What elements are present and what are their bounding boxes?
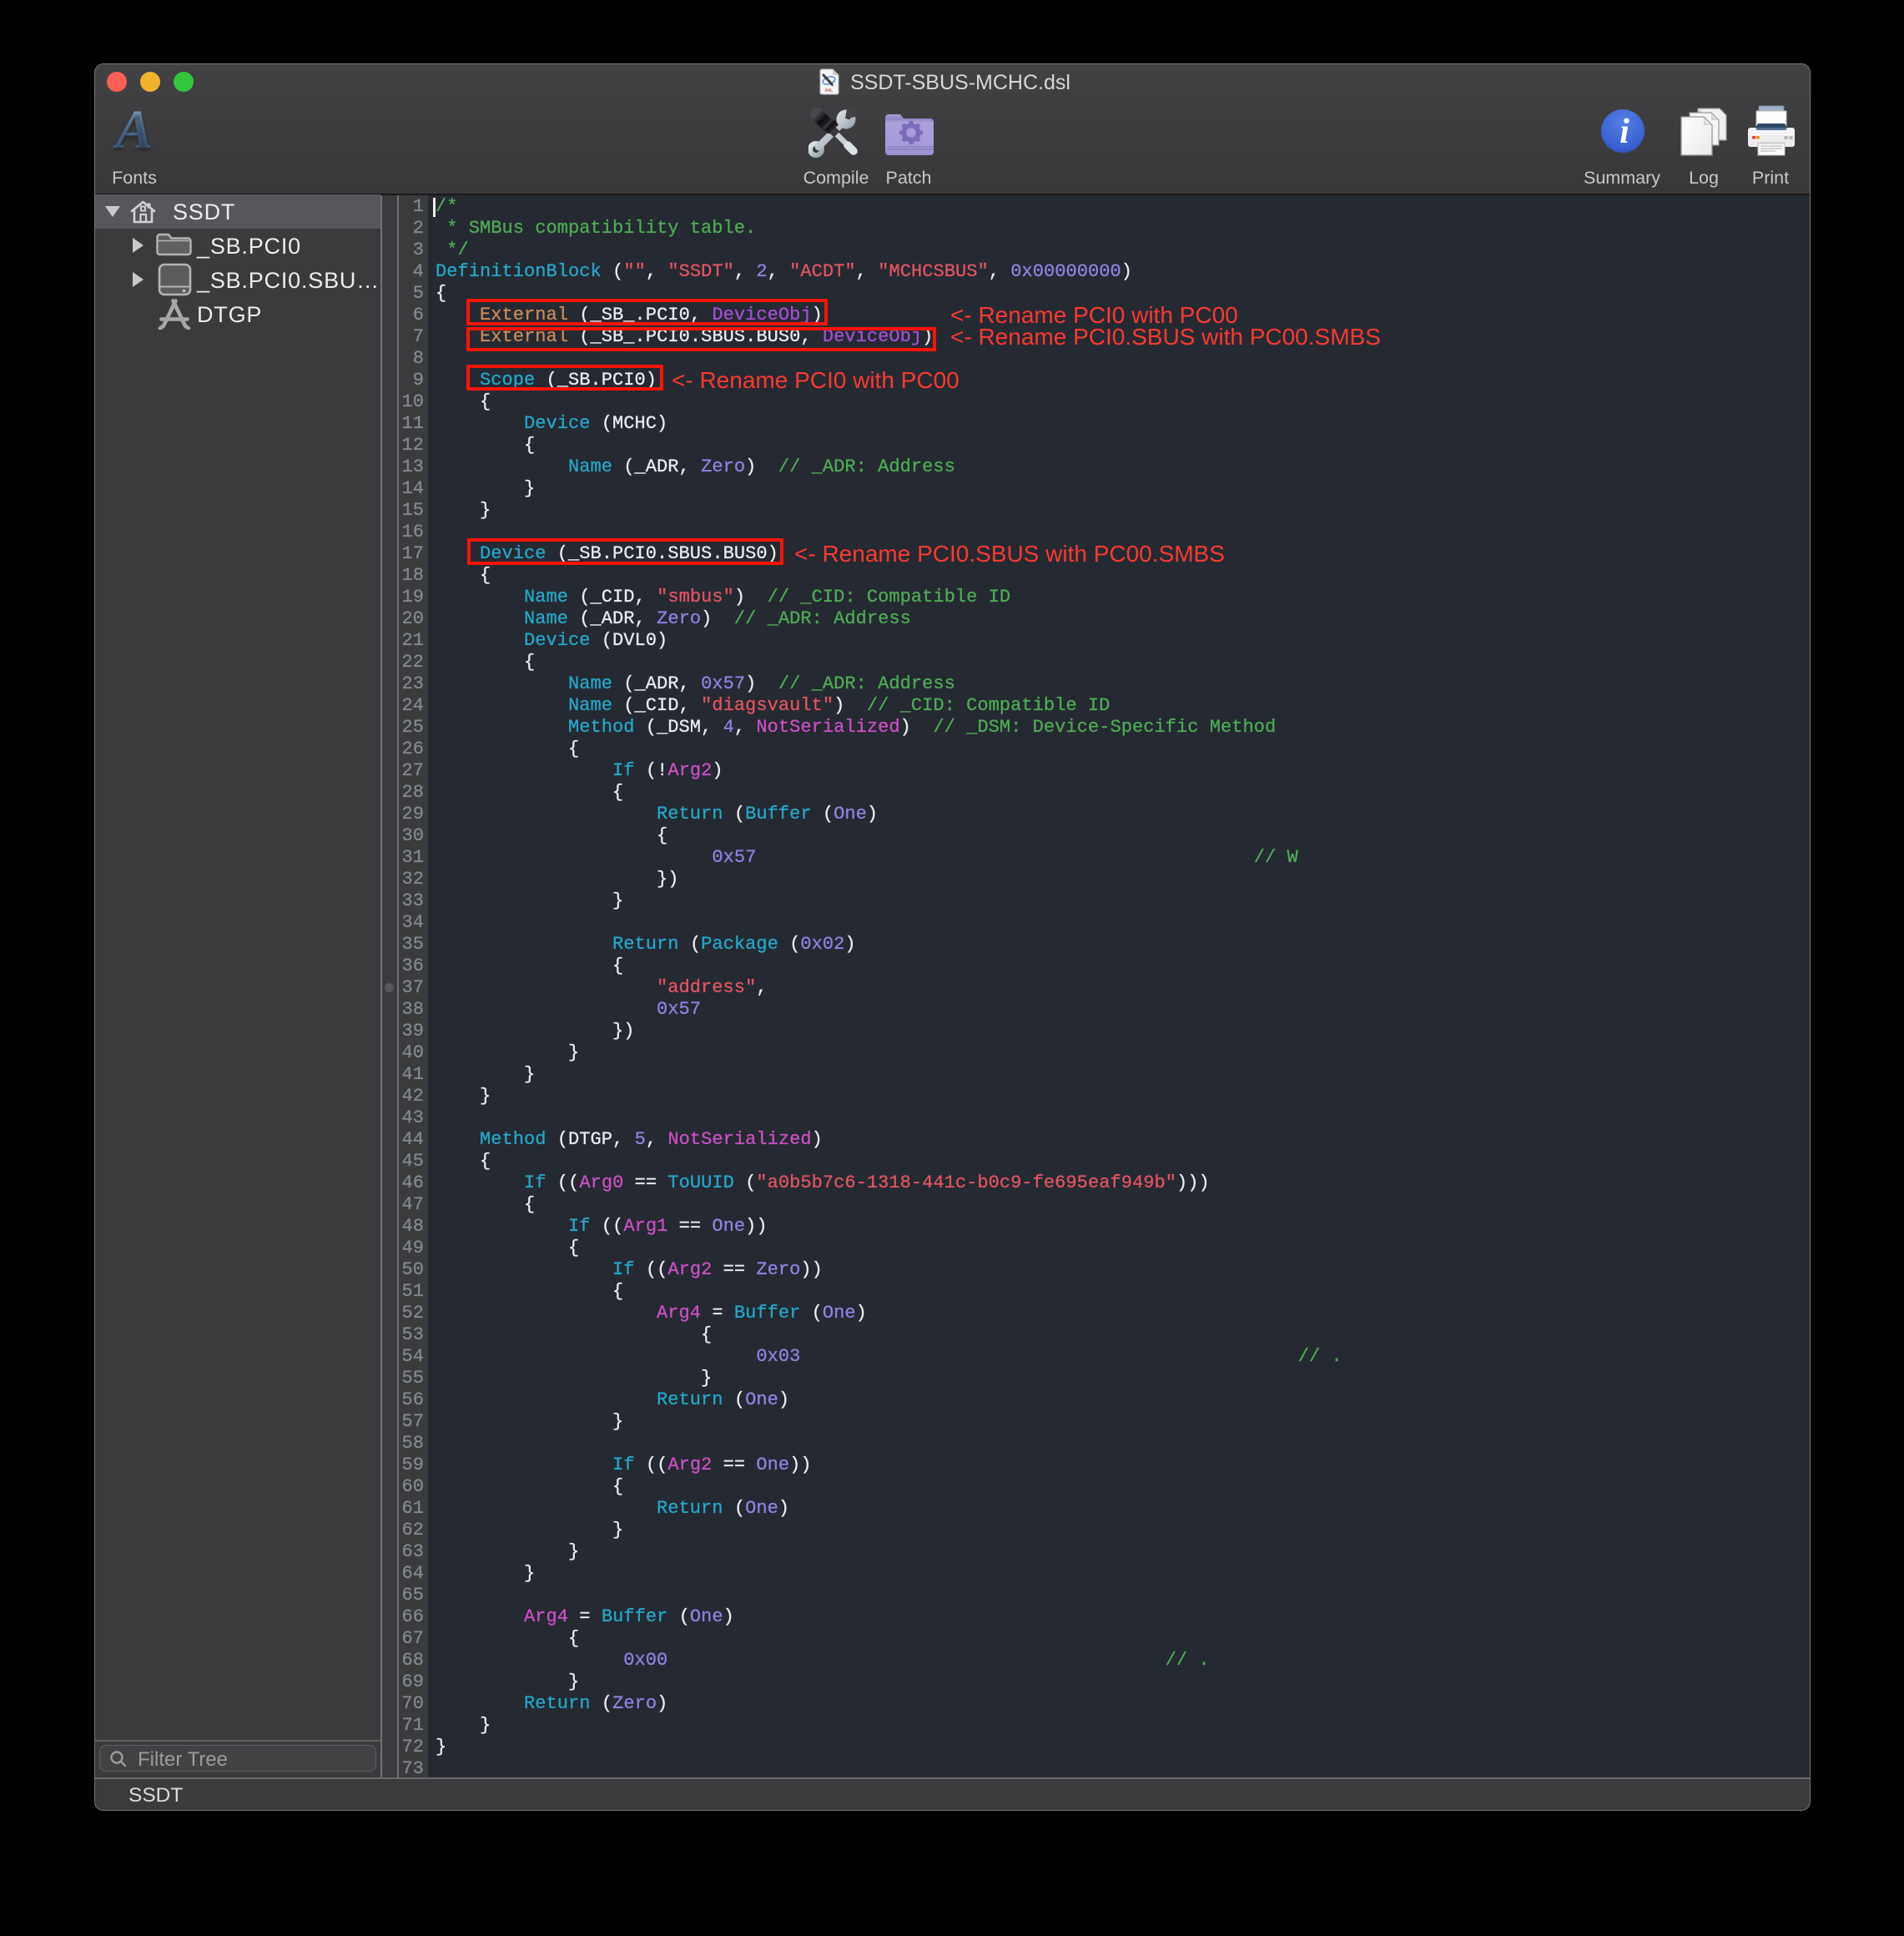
- svg-text:DSL: DSL: [825, 88, 833, 93]
- svg-text:i: i: [1619, 113, 1629, 151]
